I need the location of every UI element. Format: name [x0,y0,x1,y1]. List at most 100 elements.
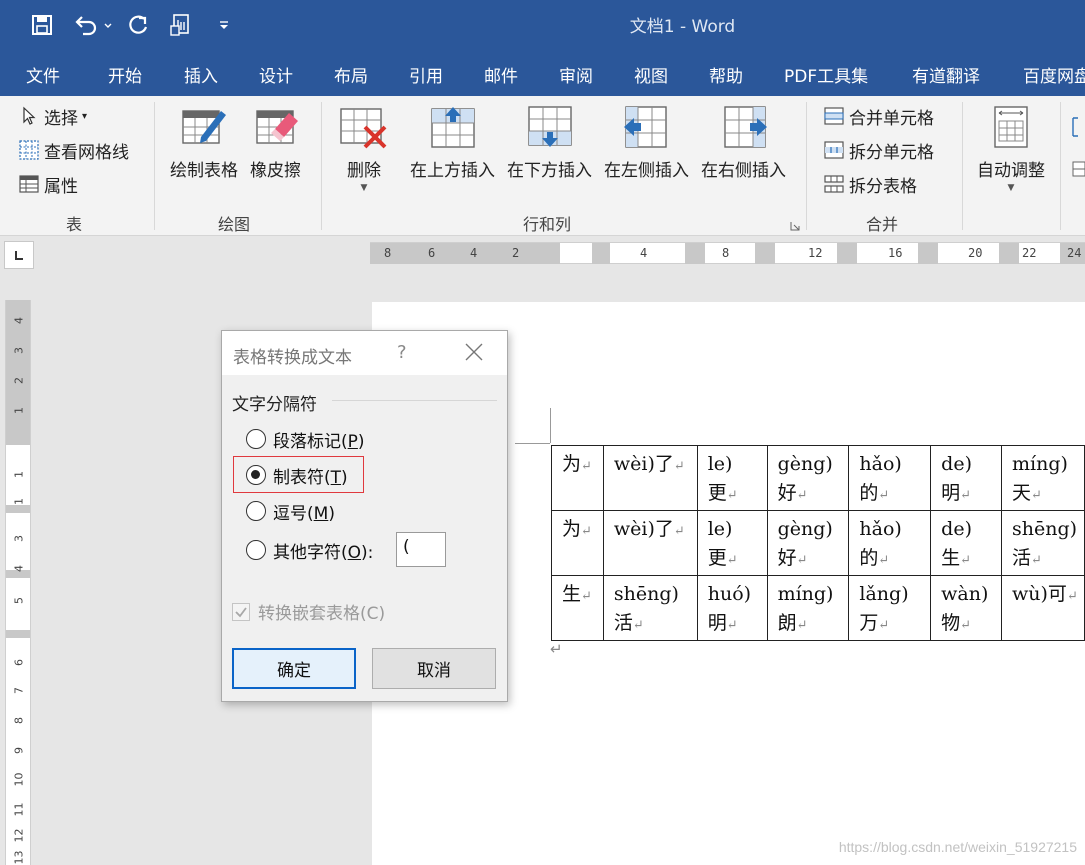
horizontal-ruler[interactable]: 8 6 4 2 4 8 12 16 20 22 24 [370,242,1085,264]
insert-above-icon [428,104,478,150]
table-cell[interactable]: míng) 朗↵ [766,575,850,641]
properties-icon [18,173,40,195]
ruler-column-marker[interactable] [837,243,857,264]
tab-references[interactable]: 引用 [409,62,443,87]
ruler-label: 3 [12,535,26,542]
cancel-button[interactable]: 取消 [372,648,496,689]
table-cell[interactable]: huó) 明↵ [696,575,768,641]
table-cell[interactable]: lǎng) 万↵ [848,575,932,641]
radio-button[interactable] [246,501,266,521]
dialog-launcher-icon[interactable] [790,216,800,231]
tab-insert[interactable]: 插入 [184,62,218,87]
table-cell[interactable]: de) 明↵ [930,445,1003,511]
table-cell[interactable]: le) 更↵ [696,445,768,511]
watermark: https://blog.csdn.net/weixin_51927215 [838,839,1077,855]
other-character-input[interactable]: ( [396,532,446,567]
ruler-label: 5 [12,597,26,604]
tab-pdf-tools[interactable]: PDF工具集 [784,62,868,87]
cell-size-icon[interactable] [1068,114,1085,194]
tab-mailings[interactable]: 邮件 [484,62,518,87]
ruler-row: 8 6 4 2 4 8 12 16 20 22 24 [0,237,1085,273]
table-cell[interactable]: le) 更↵ [696,510,768,576]
tab-design[interactable]: 设计 [259,62,293,87]
select-button[interactable]: 选择 ▾ [18,102,87,130]
radio-commas[interactable]: 逗号(M) [246,498,335,524]
delete-table-icon [339,104,389,150]
ruler-label: 9 [12,747,26,754]
tab-stop-selector[interactable] [4,241,34,269]
ruler-column-marker[interactable] [755,243,775,264]
insert-left-button[interactable]: 在左侧插入 [604,104,689,181]
table-cell[interactable]: wèi)了↵ [602,445,698,511]
ruler-label: 13 [12,850,26,865]
close-icon[interactable] [463,341,485,363]
ruler-label: 12 [12,828,26,843]
ok-button[interactable]: 确定 [232,648,356,689]
tab-view[interactable]: 视图 [634,62,668,87]
table-cell[interactable]: hǎo) 的↵ [848,510,932,576]
autofit-button[interactable]: 自动调整 ▼ [977,104,1045,193]
merge-cells-button[interactable]: 合并单元格 [823,102,934,130]
gridlines-icon [18,139,40,161]
tab-youdao[interactable]: 有道翻译 [912,62,980,87]
ruler-column-marker[interactable] [685,243,705,264]
title-bar: 文档1 - Word [0,0,1085,50]
table-cell[interactable]: gèng) 好↵ [766,445,850,511]
ruler-column-marker[interactable] [918,243,938,264]
radio-paragraph-marks[interactable]: 段落标记(P) [246,426,365,452]
insert-above-button[interactable]: 在上方插入 [410,104,495,181]
table-cell[interactable]: míng) 天↵ [1001,445,1085,511]
table-cell[interactable]: wàn) 物↵ [930,575,1003,641]
split-cells-button[interactable]: 拆分单元格 [823,136,934,164]
table-cell[interactable]: wù)可↵ [1001,575,1085,641]
insert-below-button[interactable]: 在下方插入 [507,104,592,181]
merge-group-label: 合并 [866,215,899,234]
ruler-label: 11 [12,802,26,817]
ruler-row-marker[interactable] [6,630,30,638]
ruler-label: 10 [12,772,26,787]
table-cell[interactable]: gèng) 好↵ [766,510,850,576]
draw-table-button[interactable]: 绘制表格 [170,104,238,181]
properties-button[interactable]: 属性 [18,170,78,198]
radio-button[interactable] [246,465,266,485]
radio-other[interactable]: 其他字符(O): [246,537,373,563]
delete-button[interactable]: 删除 ▼ [339,104,389,193]
insert-right-button[interactable]: 在右侧插入 [701,104,786,181]
table-cell[interactable]: shēng) 活↵ [1001,510,1085,576]
ruler-label: 6 [12,659,26,666]
split-table-button[interactable]: 拆分表格 [823,170,917,198]
dialog-title: 表格转换成文本 [233,348,352,368]
table-cell[interactable]: de) 生↵ [930,510,1003,576]
split-cells-icon [823,139,845,161]
tab-file[interactable]: 文件 [26,62,60,87]
table-cell[interactable]: 为↵ [551,445,604,511]
radio-tabs[interactable]: 制表符(T) [246,462,348,488]
radio-button[interactable] [246,540,266,560]
tab-home[interactable]: 开始 [108,62,142,87]
ruler-label: 6 [428,246,436,260]
tab-layout[interactable]: 布局 [334,62,368,87]
table-cell[interactable]: hǎo) 的↵ [848,445,932,511]
radio-label: 其他字符(O): [273,542,374,563]
tab-review[interactable]: 审阅 [559,62,593,87]
view-gridlines-button[interactable]: 查看网格线 [18,136,129,164]
ruler-label: 4 [12,565,26,572]
ruler-column-marker[interactable] [592,243,610,264]
tab-baidu[interactable]: 百度网盘 [1023,62,1085,87]
table-row: 为↵ wèi)了↵ le) 更↵ gèng) 好↵ hǎo) 的↵ de) 生↵ shēng) 活↵ [551,510,1085,576]
table-cell[interactable]: shēng) 活↵ [602,575,698,641]
help-button[interactable]: ? [397,342,407,363]
ruler-column-marker[interactable] [999,243,1019,264]
ruler-label: 2 [12,377,26,384]
table-cell[interactable]: wèi)了↵ [602,510,698,576]
table-cell[interactable]: 生↵ [551,575,604,641]
ruler-label: 24 [1067,246,1082,260]
eraser-button[interactable]: 橡皮擦 [250,104,301,181]
table-cell[interactable]: 为↵ [551,510,604,576]
radio-button[interactable] [246,429,266,449]
vertical-ruler[interactable]: 4 3 2 1 1 1 3 4 5 6 7 8 9 10 11 12 13 [5,300,31,865]
document-table[interactable]: 为↵ wèi)了↵ le) 更↵ gèng) 好↵ hǎo) 的↵ de) 明↵ míng) 天↵ 为↵… [551,445,1085,641]
dialog-title-bar[interactable]: 表格转换成文本 ? [222,331,507,375]
tab-help[interactable]: 帮助 [709,62,743,87]
margin-corner-mark [550,408,551,443]
